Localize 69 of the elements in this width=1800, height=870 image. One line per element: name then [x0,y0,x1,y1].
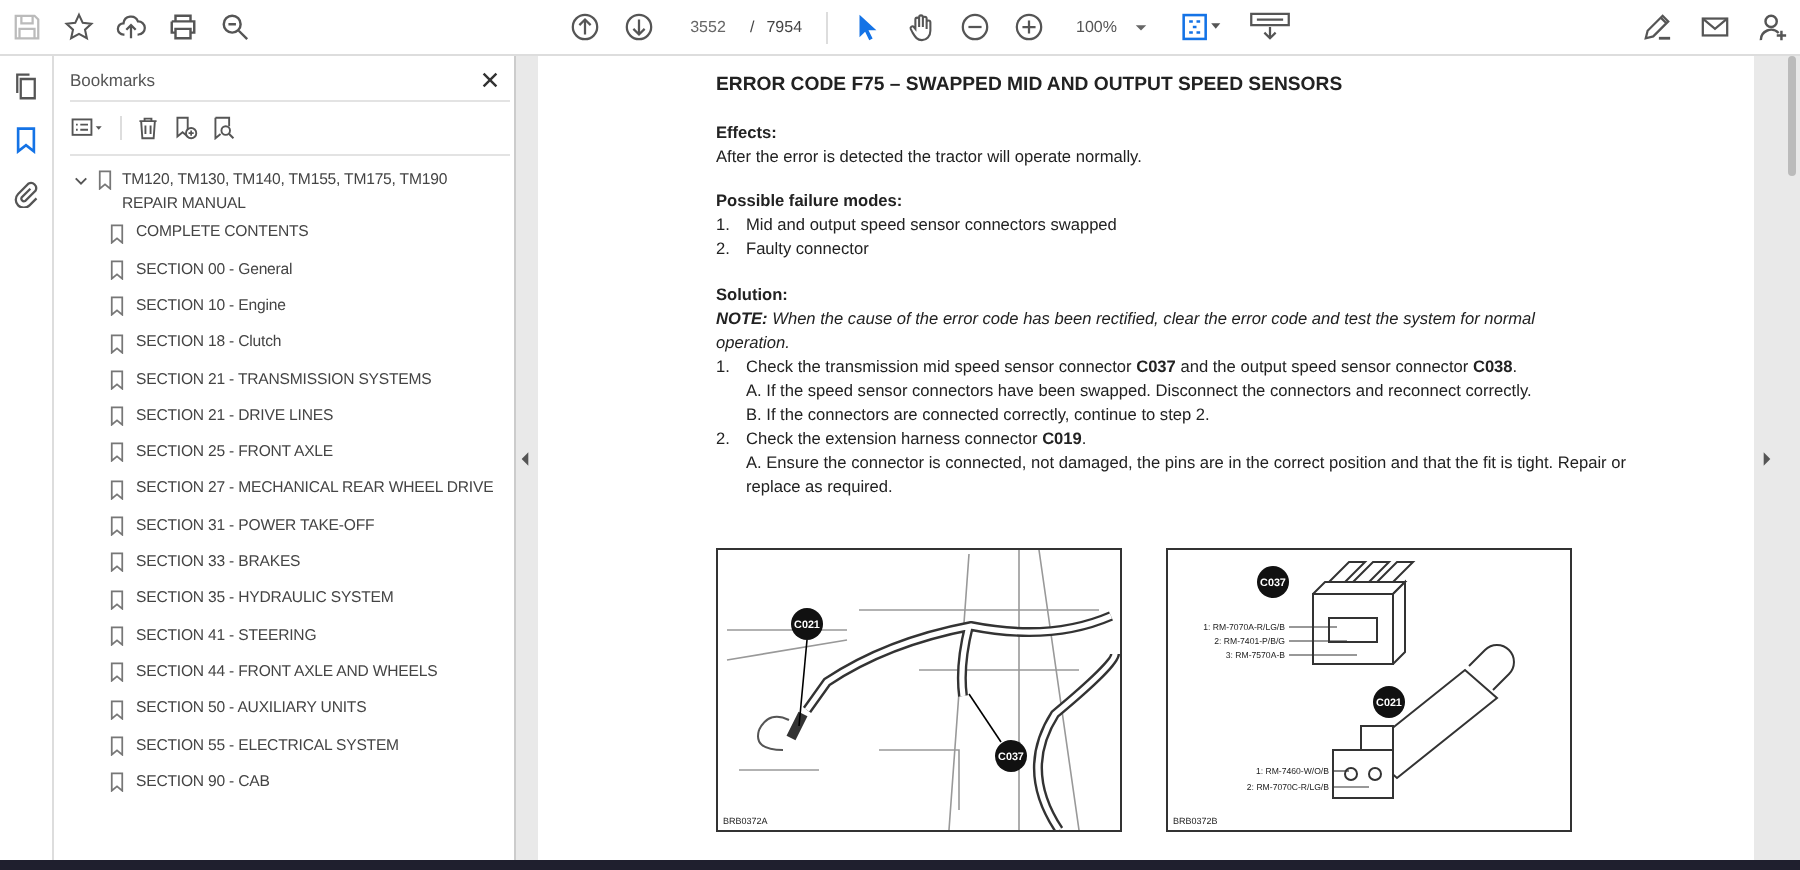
list-item-text: Mid and output speed sensor connectors swapped [746,212,1117,236]
bookmark-icon [110,442,124,463]
leader-line [968,693,1002,743]
zoom-in-icon[interactable] [1014,12,1045,42]
leader-line [1288,640,1348,642]
step-text: Check the transmission mid speed sensor connector C037 and the output speed sensor connector C038. [746,354,1518,378]
leader-line [1332,786,1370,788]
bookmark-icon [110,223,124,244]
pages-icon[interactable] [12,72,40,100]
document-title: ERROR CODE F75 – SWAPPED MID AND OUTPUT SPEED SENSORS [716,74,1345,96]
bookmark-icon [98,170,112,190]
close-icon[interactable] [482,72,498,88]
list-item-text: Faulty connector [746,236,869,260]
trash-icon[interactable] [136,116,160,140]
bookmark-icon [110,772,124,793]
list-number: 2. [716,236,732,260]
bookmark-icon [110,516,124,537]
arrow-up-icon[interactable] [570,12,600,42]
bookmark-icon [110,589,124,610]
collapse-left-icon[interactable] [520,449,530,467]
bookmark-icon[interactable] [12,126,40,154]
step-subitem: A. If the speed sensor connectors have been swapped. Disconnect the connectors and reconnect correctly. [744,378,1534,402]
add-bookmark-icon[interactable] [174,116,198,140]
hand-icon[interactable] [906,12,937,42]
star-icon[interactable] [64,12,94,42]
add-user-icon[interactable] [1758,12,1788,42]
step-subitem: B. If the connectors are connected correctly, continue to step 2. [744,402,1212,426]
bookmark-icon [110,662,124,683]
scrollbar[interactable] [1788,56,1796,176]
step-number: 2. [716,426,732,450]
section-heading: Possible failure modes: [716,188,905,212]
bookmark-search-icon[interactable] [212,116,236,140]
leader-line [798,639,808,727]
leader-line [1288,654,1358,656]
step-text: Check the extension harness connector C019. [746,426,1087,450]
bookmark-icon [110,479,124,500]
print-icon[interactable] [168,12,198,42]
note-text: NOTE: When the cause of the error code has been rectified, clear the error code and test the system for normal operation. [716,306,1538,354]
zoom-out-icon[interactable] [960,12,991,42]
paragraph: After the error is detected the tractor will operate normally. [716,144,1144,168]
bookmark-icon [110,369,124,390]
pen-sign-icon[interactable] [1642,12,1672,42]
panel-title: Bookmarks [70,70,156,90]
mail-icon[interactable] [1700,12,1730,42]
arrow-down-icon[interactable] [624,12,654,42]
bookmark-icon [110,735,124,756]
bookmark-icon [110,406,124,427]
options-menu-icon[interactable] [70,116,106,140]
bookmark-icon [110,625,124,646]
bookmark-icon [110,552,124,573]
section-heading: Effects: [716,120,779,144]
bookmark-icon [110,699,124,719]
step-number: 1. [716,354,732,378]
page-separator: / [750,18,755,36]
leader-line [1332,770,1350,772]
section-heading: Solution: [716,282,790,306]
fit-page-icon[interactable] [1179,12,1223,42]
leader-line [1288,626,1338,628]
list-number: 1. [716,212,732,236]
expand-right-icon[interactable] [1762,449,1772,467]
caret-icon[interactable] [74,174,88,188]
caret-icon [1133,20,1147,34]
bookmark-icon [110,333,124,354]
page-total: 7954 [766,18,803,36]
paperclip-icon[interactable] [12,180,40,208]
bookmark-icon [110,259,124,280]
bookmark-icon [110,296,124,317]
cloud-upload-icon[interactable] [116,12,146,42]
step-subitem: A. Ensure the connector is connected, not damaged, the pins are in the correct position and that the fit is tight. Repair or replace as required. [744,450,1626,498]
